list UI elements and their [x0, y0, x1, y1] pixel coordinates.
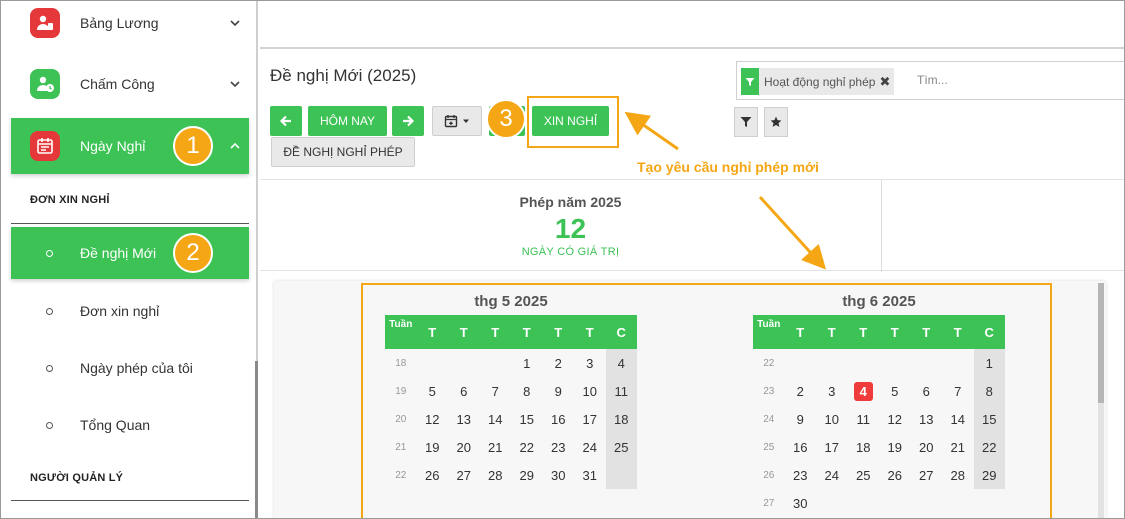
- section-divider: [11, 500, 249, 501]
- stat-value: 12: [554, 213, 587, 244]
- propose-leave-button[interactable]: ĐỀ NGHỊ NGHỈ PHÉP: [271, 137, 415, 167]
- next-button[interactable]: [392, 106, 424, 136]
- section-divider: [11, 223, 249, 224]
- menu-item-payroll[interactable]: Bảng Lương: [11, 1, 249, 51]
- sidebar-item-my-leaves[interactable]: Ngày phép của tôi: [11, 342, 249, 394]
- remove-facet-icon[interactable]: ✖: [879, 74, 894, 90]
- sidebar-item-overview[interactable]: Tổng Quan: [11, 399, 249, 451]
- arrow-right-icon: [403, 115, 415, 127]
- scrollbar-thumb[interactable]: [1098, 283, 1104, 403]
- chevron-up-icon: [230, 142, 240, 149]
- filter-facet[interactable]: Hoạt động nghỉ phép ✖: [741, 68, 895, 95]
- caret-down-icon: [463, 119, 469, 123]
- sub-label: Đơn xin nghỉ: [80, 303, 160, 319]
- sub-label: Tổng Quan: [80, 417, 151, 433]
- arrow-left-icon: [279, 115, 291, 127]
- leave-stats-panel: Phép năm 2025 12 NGÀY CÓ GIÁ TRỊ: [260, 179, 1124, 272]
- filter-icon: [741, 68, 759, 95]
- sidebar: Bảng Lương Chấm Công Ngày Nghỉ ĐƠN XIN N…: [1, 1, 258, 518]
- section-title-leave-requests: ĐƠN XIN NGHỈ: [30, 194, 110, 206]
- today-button[interactable]: HÔM NAY: [308, 106, 387, 136]
- bullet-icon: [46, 421, 53, 429]
- highlight-box: [527, 96, 619, 148]
- app-window: Bảng Lương Chấm Công Ngày Nghỉ ĐƠN XIN N…: [0, 0, 1125, 519]
- calendar-highlight-box: [361, 283, 1052, 518]
- stats-divider: [881, 180, 882, 272]
- sidebar-item-leave-requests[interactable]: Đơn xin nghỉ: [11, 285, 249, 337]
- chevron-down-icon: [230, 81, 240, 88]
- date-picker-button[interactable]: [432, 106, 482, 136]
- prev-button[interactable]: [270, 106, 302, 136]
- attendance-icon: [30, 69, 60, 99]
- search-input[interactable]: Tìm...: [917, 73, 948, 87]
- menu-label-payroll: Bảng Lương: [80, 15, 159, 31]
- sidebar-scrollbar[interactable]: [255, 361, 258, 518]
- main-content: Đề nghị Mới (2025) HÔM NAY XIN NGHỈ 3 ĐỀ…: [260, 51, 1124, 518]
- top-bar: [260, 1, 1124, 49]
- sub-label: Đề nghị Mới: [80, 245, 157, 261]
- sidebar-item-new-request[interactable]: Đề nghị Mới: [11, 227, 249, 279]
- menu-label-leave: Ngày Nghỉ: [80, 138, 146, 154]
- menu-item-leave[interactable]: Ngày Nghỉ: [11, 118, 249, 174]
- payroll-icon: [30, 8, 60, 38]
- step-badge-3: 3: [486, 99, 526, 139]
- step-badge-2: 2: [173, 233, 213, 273]
- menu-label-attendance: Chấm Công: [80, 76, 155, 92]
- section-title-manager: NGƯỜI QUẢN LÝ: [30, 472, 124, 484]
- calendar-scrollbar[interactable]: [1098, 283, 1104, 518]
- bullet-icon: [46, 364, 53, 372]
- chevron-down-icon: [230, 20, 240, 27]
- calendar-plus-icon: [444, 115, 458, 128]
- calendar-icon: [30, 131, 60, 161]
- stat-unit: NGÀY CÓ GIÁ TRỊ: [521, 246, 620, 258]
- bullet-icon: [46, 307, 53, 315]
- sub-label: Ngày phép của tôi: [80, 360, 193, 376]
- search-bar[interactable]: Hoạt động nghỉ phép ✖ Tìm...: [736, 61, 1124, 100]
- bullet-icon: [46, 249, 53, 257]
- menu-item-attendance[interactable]: Chấm Công: [11, 56, 249, 112]
- facet-label: Hoạt động nghỉ phép: [764, 74, 876, 89]
- page-title: Đề nghị Mới (2025): [270, 66, 417, 85]
- step-badge-1: 1: [173, 126, 213, 166]
- stat-title: Phép năm 2025: [519, 194, 622, 210]
